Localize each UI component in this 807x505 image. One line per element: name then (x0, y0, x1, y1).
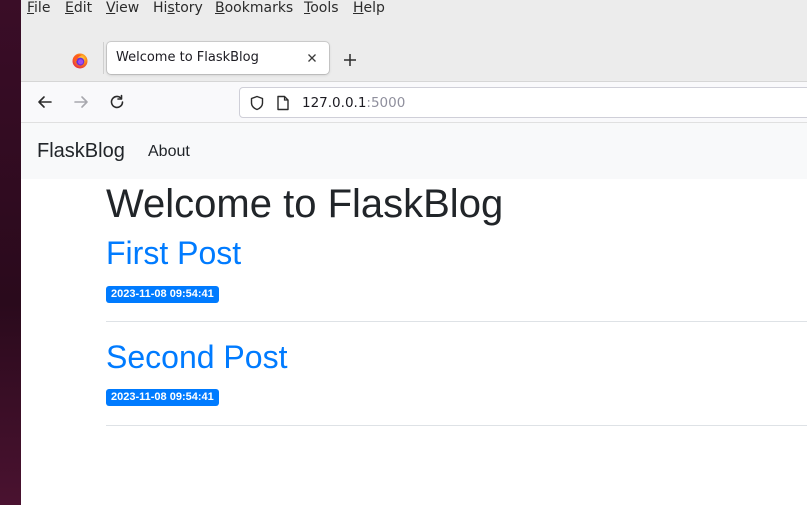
menu-help-accel: H (353, 0, 364, 16)
post-date-badge: 2023-11-08 09:54:41 (106, 389, 219, 406)
navbar-brand[interactable]: FlaskBlog (37, 140, 125, 163)
menu-help-rest: elp (363, 0, 385, 16)
site-navbar: FlaskBlog About (21, 123, 807, 179)
menu-help[interactable]: Help (353, 0, 385, 16)
menu-history-pre: Hi (153, 0, 168, 16)
menu-bar: File Edit View History Bookmarks Tools H… (21, 0, 807, 20)
url-port: :5000 (366, 95, 406, 111)
post-divider (106, 425, 807, 426)
menu-view[interactable]: View (106, 0, 139, 16)
tab-strip: Welcome to FlaskBlog (21, 20, 807, 81)
tab-divider (103, 42, 104, 74)
url-bar[interactable]: 127.0.0.1:5000 (239, 87, 807, 118)
arrow-left-icon[interactable] (36, 93, 54, 111)
browser-window: File Edit View History Bookmarks Tools H… (21, 0, 807, 505)
url-host: 127.0.0.1 (302, 95, 367, 111)
menu-edit-rest: dit (73, 0, 93, 16)
menu-tools-rest: ools (310, 0, 339, 16)
menu-history-accel: s (167, 0, 175, 16)
tab-title: Welcome to FlaskBlog (116, 50, 259, 65)
plus-icon[interactable] (342, 52, 358, 68)
desktop-background (0, 0, 21, 505)
menu-history-rest: tory (174, 0, 203, 16)
arrow-right-icon[interactable] (72, 93, 90, 111)
menu-bookmarks-accel: B (215, 0, 225, 16)
page-title: Welcome to FlaskBlog (106, 182, 504, 226)
menu-file-rest: ile (34, 0, 51, 16)
menu-file-accel: F (27, 0, 35, 16)
post-title-link[interactable]: Second Post (106, 338, 807, 376)
page-icon[interactable] (276, 95, 290, 111)
menu-history[interactable]: History (153, 0, 203, 16)
menu-edit-accel: E (65, 0, 74, 16)
menu-file[interactable]: File (27, 0, 50, 16)
menu-view-rest: iew (115, 0, 140, 16)
close-icon[interactable] (305, 51, 319, 65)
shield-icon[interactable] (249, 95, 265, 111)
url-text[interactable]: 127.0.0.1:5000 (302, 95, 405, 111)
menu-tools[interactable]: Tools (304, 0, 339, 16)
post-title-link[interactable]: First Post (106, 234, 807, 272)
post-item: Second Post 2023-11-08 09:54:41 (106, 338, 807, 426)
page-content: FlaskBlog About Welcome to FlaskBlog Fir… (21, 123, 807, 505)
menu-view-accel: V (106, 0, 116, 16)
reload-icon[interactable] (108, 93, 126, 111)
tab-active[interactable]: Welcome to FlaskBlog (107, 42, 329, 74)
navigation-toolbar: 127.0.0.1:5000 (21, 81, 807, 123)
nav-link-about[interactable]: About (148, 143, 190, 161)
menu-bookmarks-rest: ookmarks (224, 0, 294, 16)
firefox-icon[interactable] (72, 53, 88, 69)
post-date-badge: 2023-11-08 09:54:41 (106, 286, 219, 303)
post-divider (106, 321, 807, 322)
menu-bookmarks[interactable]: Bookmarks (215, 0, 293, 16)
post-item: First Post 2023-11-08 09:54:41 (106, 234, 807, 322)
menu-edit[interactable]: Edit (65, 0, 92, 16)
